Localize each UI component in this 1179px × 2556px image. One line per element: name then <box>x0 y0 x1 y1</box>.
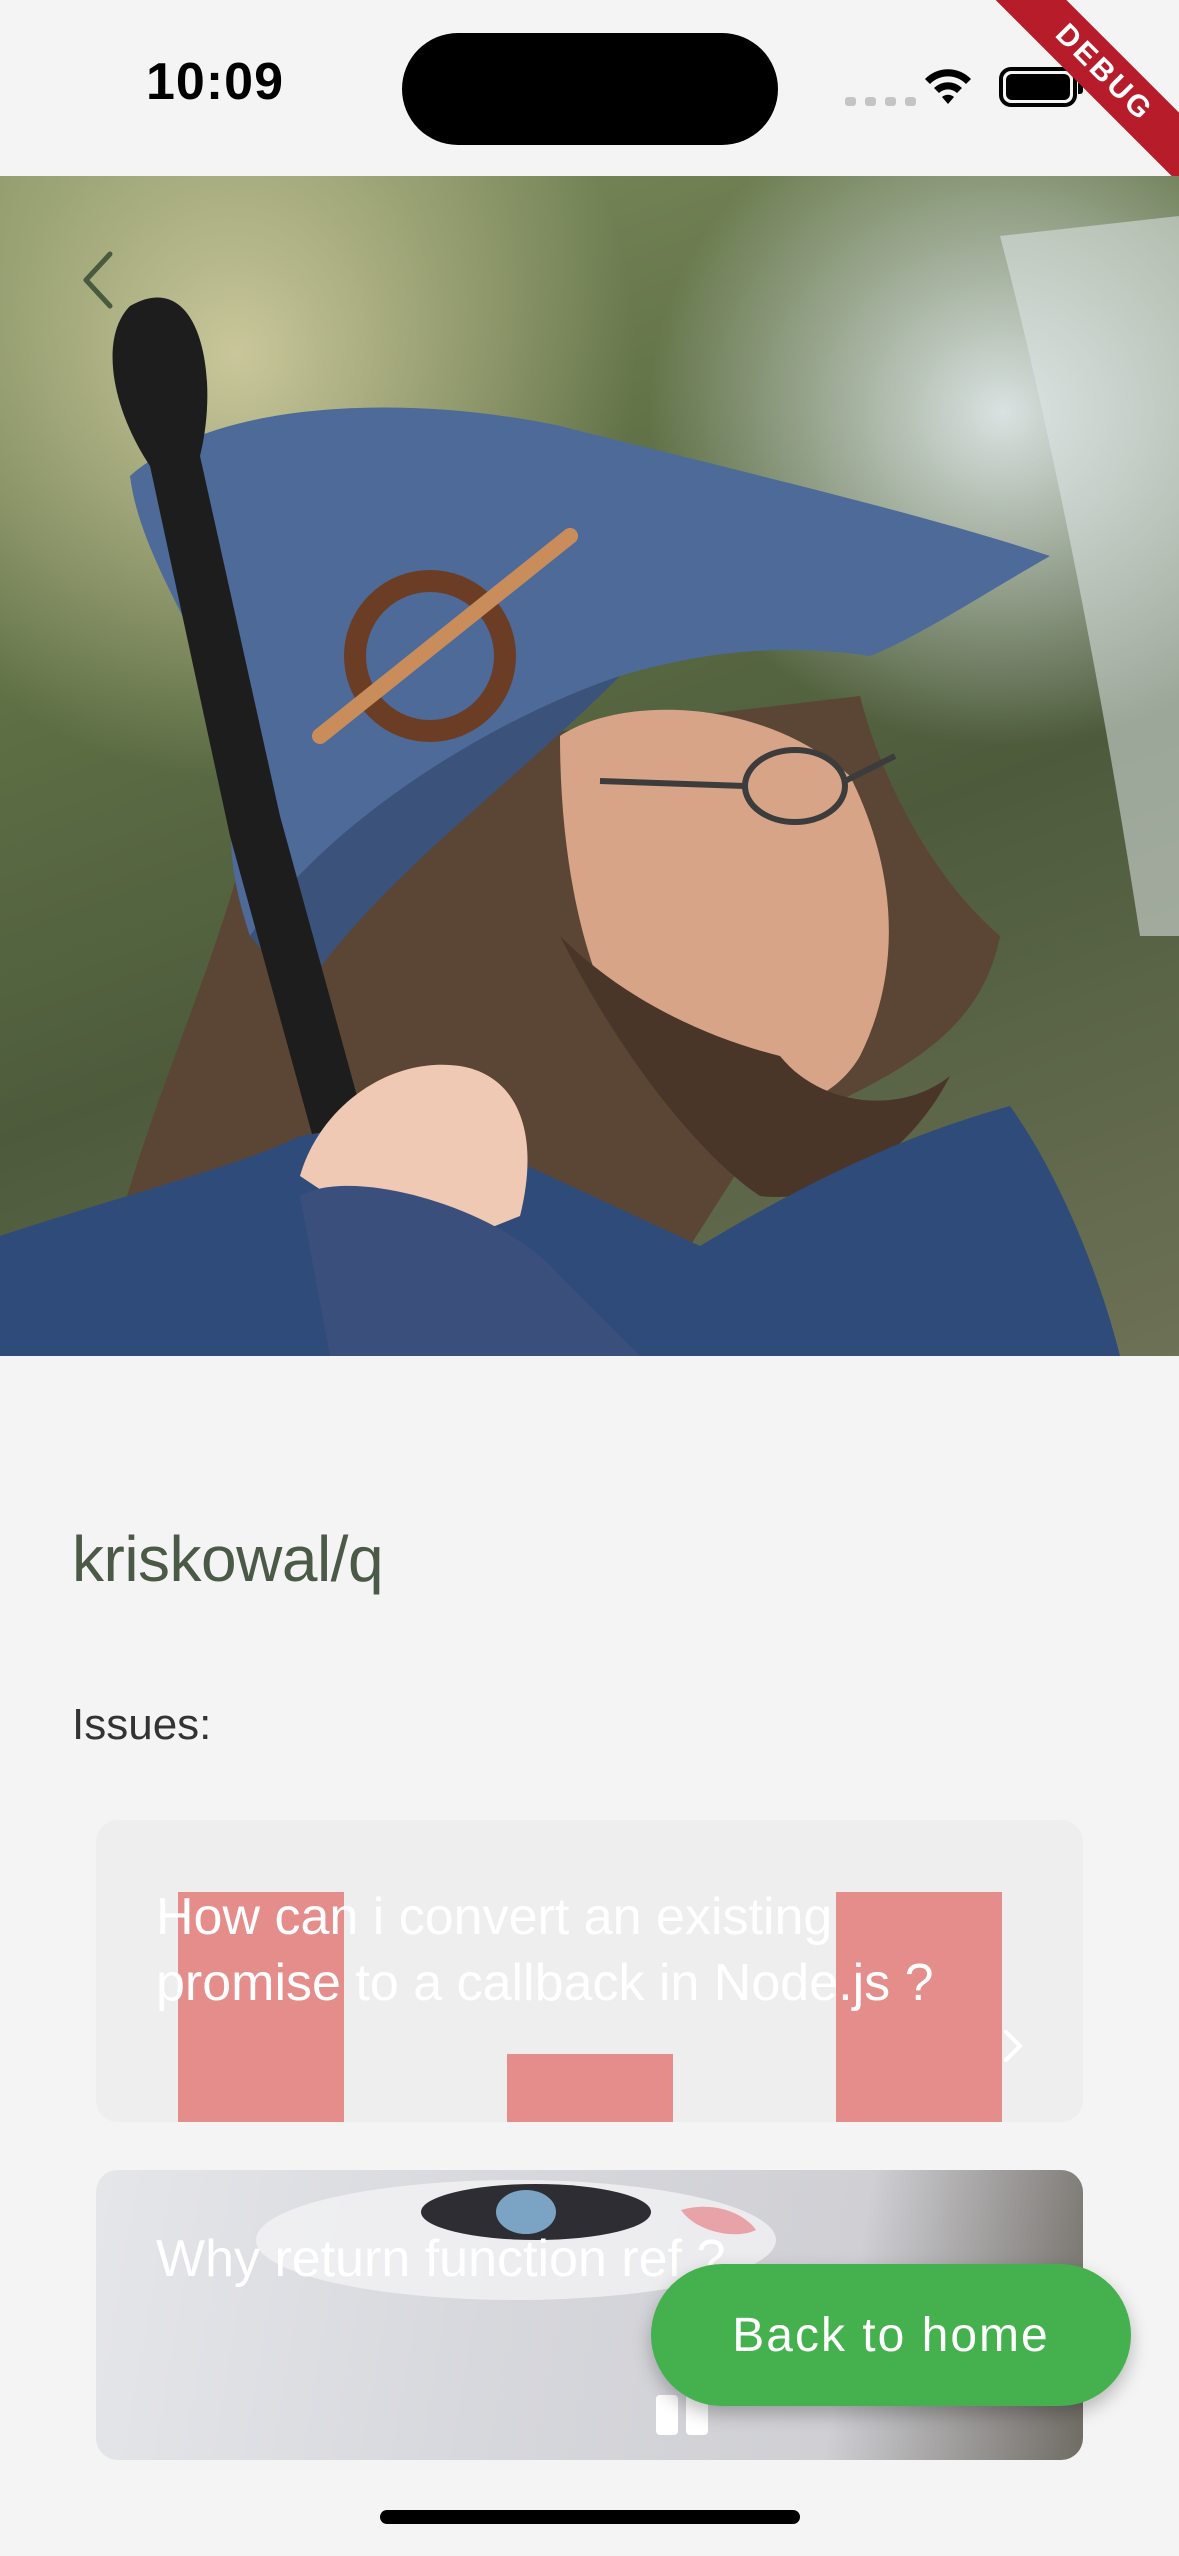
dynamic-island <box>402 33 778 145</box>
chevron-right-icon <box>1004 2030 1023 2062</box>
card-decoration-bar <box>507 2054 673 2122</box>
page-title: kriskowal/q <box>72 1523 384 1595</box>
list-item[interactable]: How can i convert an existing promise to… <box>96 1820 1083 2122</box>
status-bar: 10:09 <box>0 0 1179 176</box>
status-time: 10:09 <box>146 53 284 111</box>
battery-icon <box>999 67 1083 107</box>
home-indicator[interactable] <box>380 2510 800 2524</box>
hero-photo-illustration <box>0 216 1179 1356</box>
avatar-hero-image <box>0 176 1179 1356</box>
cellular-signal-icon <box>845 97 916 106</box>
back-to-home-button[interactable]: Back to home <box>651 2264 1131 2406</box>
wifi-icon <box>925 69 971 104</box>
issue-title: How can i convert an existing promise to… <box>156 1888 934 2012</box>
back-button[interactable] <box>78 250 118 310</box>
issues-heading: Issues: <box>72 1700 212 1749</box>
